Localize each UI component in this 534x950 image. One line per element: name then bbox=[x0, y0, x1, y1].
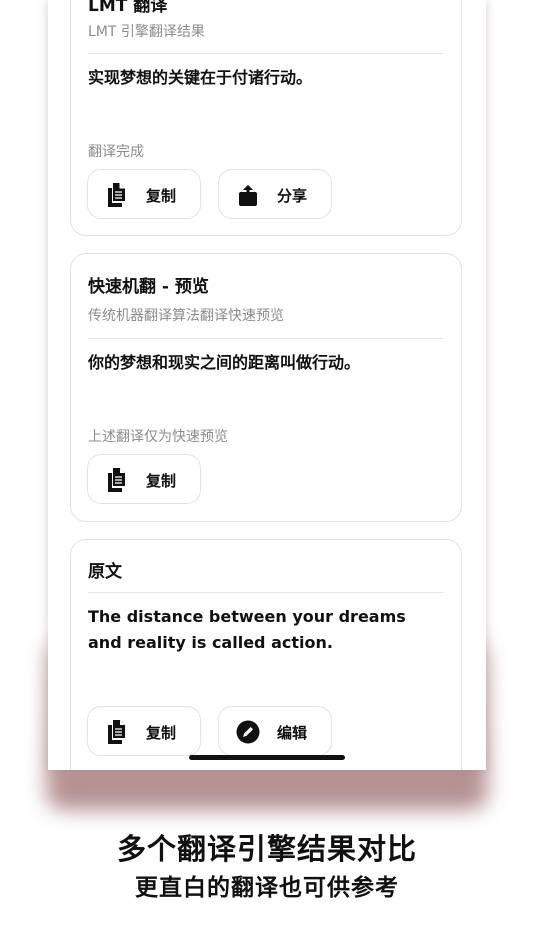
source-text: The distance between your dreams and rea… bbox=[88, 607, 406, 652]
fast-translation-card: 快速机翻 - 预览 传统机器翻译算法翻译快速预览 你的梦想和现实之间的距离叫做行… bbox=[70, 253, 462, 522]
copy-label: 复制 bbox=[146, 472, 177, 490]
copy-label: 复制 bbox=[146, 724, 177, 742]
divider bbox=[88, 338, 444, 339]
copy-button[interactable]: 复制 bbox=[87, 169, 201, 219]
copy-icon bbox=[108, 183, 125, 207]
edit-button[interactable]: 编辑 bbox=[218, 706, 332, 756]
lmt-result-card: LMT 翻译 LMT 引擎翻译结果 实现梦想的关键在于付诸行动。 翻译完成 复制… bbox=[70, 0, 462, 236]
pencil-icon bbox=[236, 720, 260, 744]
home-indicator bbox=[189, 755, 345, 760]
share-button[interactable]: 分享 bbox=[218, 169, 332, 219]
promo-caption-title: 多个翻译引擎结果对比 bbox=[116, 832, 417, 866]
copy-label: 复制 bbox=[146, 187, 177, 205]
divider bbox=[88, 53, 444, 54]
promo-caption-subtitle: 更直白的翻译也可供参考 bbox=[135, 875, 399, 901]
card-title: LMT 翻译 bbox=[88, 0, 168, 16]
copy-icon bbox=[108, 468, 125, 492]
edit-label: 编辑 bbox=[277, 724, 308, 742]
status-note: 翻译完成 bbox=[88, 144, 144, 160]
copy-button[interactable]: 复制 bbox=[87, 454, 201, 504]
card-subtitle: 传统机器翻译算法翻译快速预览 bbox=[88, 308, 284, 324]
source-text-card: 原文 The distance between your dreams and … bbox=[70, 539, 462, 770]
copy-icon bbox=[108, 720, 125, 744]
divider bbox=[88, 592, 444, 593]
translation-text: 你的梦想和现实之间的距离叫做行动。 bbox=[88, 353, 361, 372]
share-icon bbox=[239, 185, 257, 206]
copy-button[interactable]: 复制 bbox=[87, 706, 201, 756]
card-subtitle: LMT 引擎翻译结果 bbox=[88, 24, 205, 40]
preview-note: 上述翻译仅为快速预览 bbox=[88, 429, 228, 445]
share-label: 分享 bbox=[277, 187, 308, 205]
phone-screen: LMT 翻译 LMT 引擎翻译结果 实现梦想的关键在于付诸行动。 翻译完成 复制… bbox=[48, 0, 486, 770]
card-title: 快速机翻 - 预览 bbox=[88, 277, 209, 297]
translation-text: 实现梦想的关键在于付诸行动。 bbox=[88, 68, 313, 87]
card-title: 原文 bbox=[88, 562, 122, 582]
